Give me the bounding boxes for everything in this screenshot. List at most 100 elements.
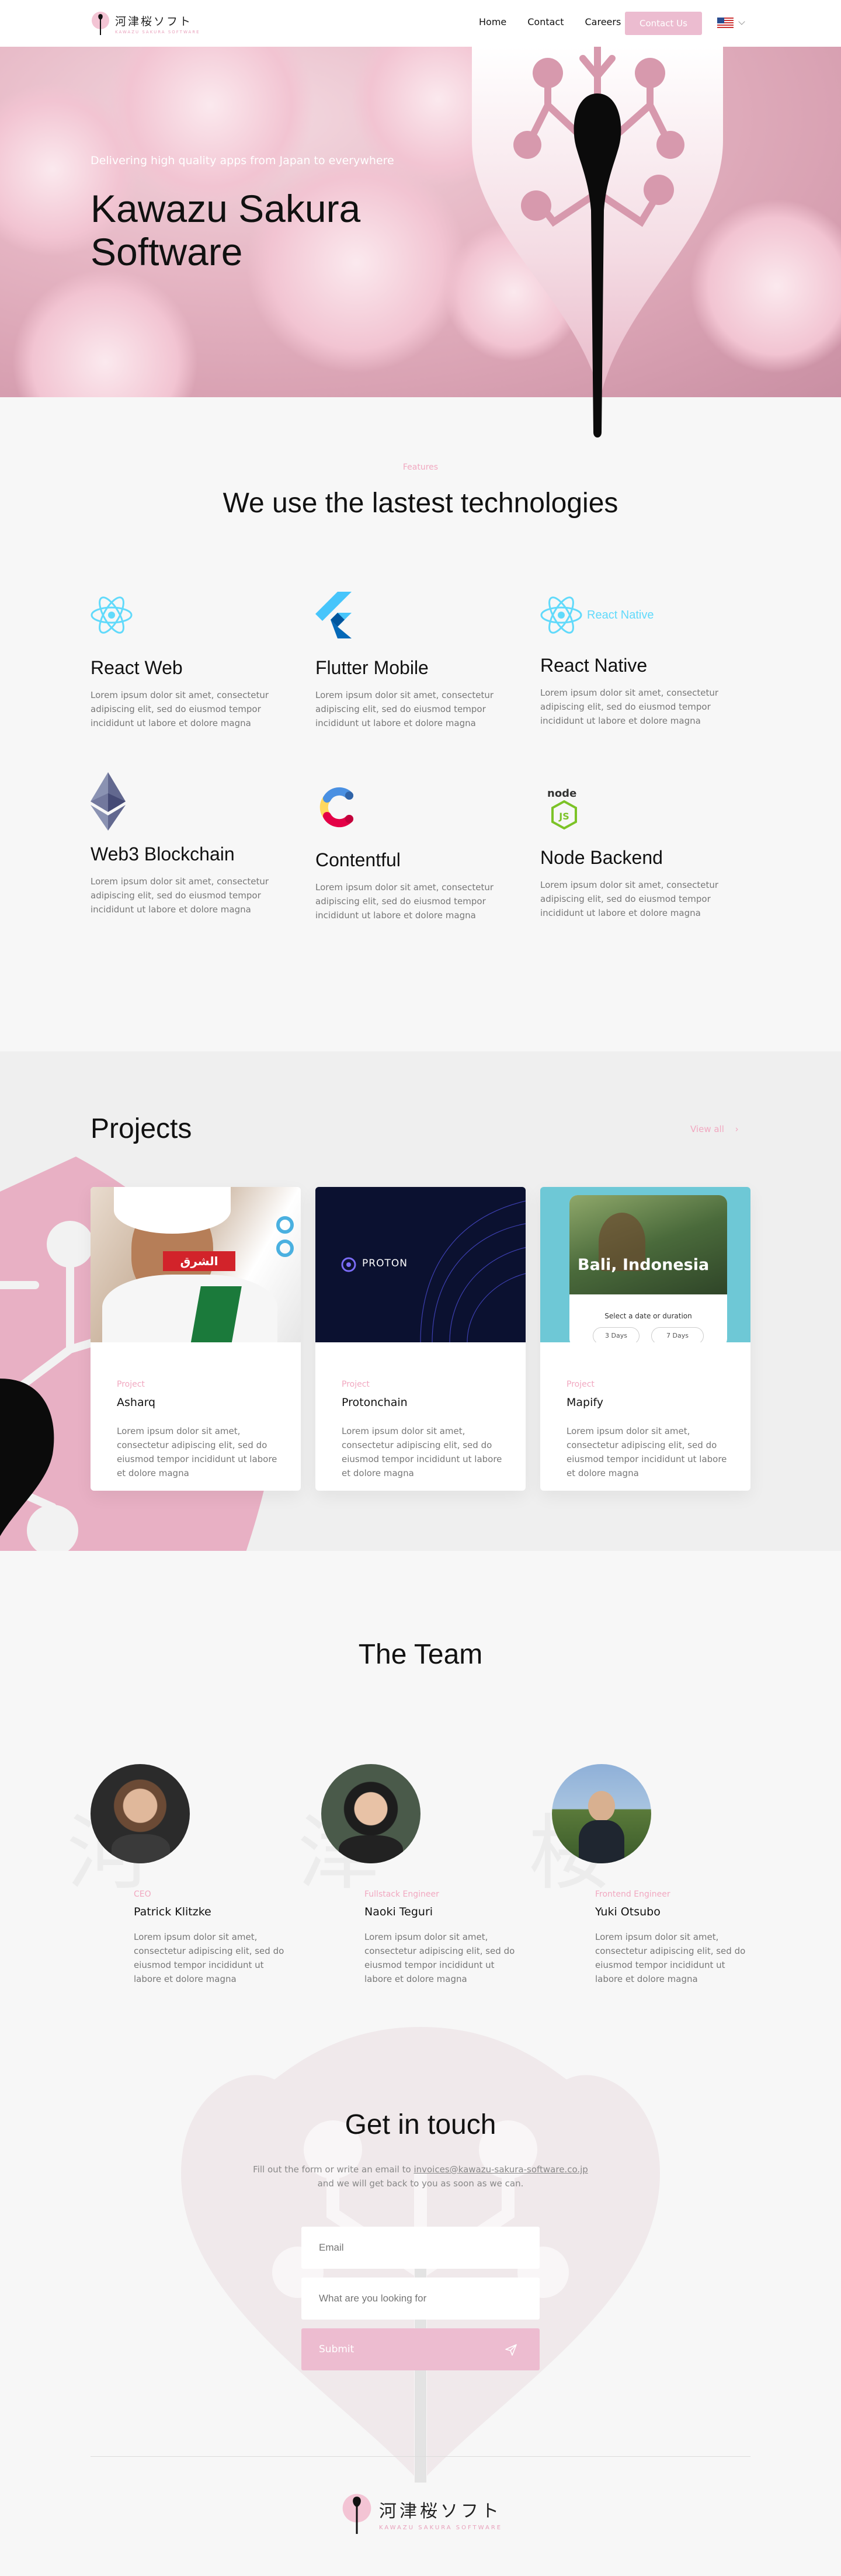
- submit-button[interactable]: Submit: [301, 2328, 540, 2370]
- hero-title-line-1: Kawazu Sakura: [91, 187, 361, 230]
- nodejs-icon: node JS: [540, 784, 587, 831]
- feature-contentful: Contentful Lorem ipsum dolor sit amet, c…: [315, 784, 523, 922]
- proton-logo-icon: [341, 1257, 356, 1272]
- nav-link-careers[interactable]: Careers: [585, 16, 621, 27]
- feature-title: Flutter Mobile: [315, 657, 429, 678]
- project-description: Lorem ipsum dolor sit amet, consectetur …: [567, 1426, 727, 1478]
- feature-title: Node Backend: [540, 847, 663, 868]
- node-logo-text: node: [547, 787, 577, 800]
- logo[interactable]: 河津桜ソフト KAWAZU SAKURA SOFTWARE: [91, 8, 200, 39]
- top-nav: 河津桜ソフト KAWAZU SAKURA SOFTWARE Home Conta…: [0, 0, 841, 47]
- projects-title: Projects: [91, 1113, 192, 1144]
- sakura-tree-graphic: [472, 47, 723, 438]
- team-member-patrick: 河 CEO Patrick Klitzke Lorem ipsum dolor …: [67, 1764, 301, 1986]
- feature-text: Lorem ipsum dolor sit amet, consectetur …: [315, 882, 494, 921]
- project-name: Asharq: [117, 1396, 156, 1409]
- member-role: Frontend Engineer: [595, 1890, 670, 1899]
- hero-title: Kawazu Sakura Software: [91, 187, 360, 273]
- mapify-destination: Bali, Indonesia: [578, 1256, 710, 1274]
- proton-logo-text: PROTON: [362, 1258, 408, 1269]
- feature-text: Lorem ipsum dolor sit amet, consectetur …: [91, 876, 269, 915]
- hero-title-line-2: Software: [91, 230, 243, 273]
- feature-text: Lorem ipsum dolor sit amet, consectetur …: [315, 690, 494, 728]
- feature-text: Lorem ipsum dolor sit amet, consectetur …: [540, 688, 719, 726]
- project-card-mapify[interactable]: Bali, Indonesia Select a date or duratio…: [540, 1187, 750, 1491]
- team-member-yuki: 桜 Frontend Engineer Yuki Otsubo Lorem ip…: [529, 1764, 762, 1986]
- mapify-chip-3-days: 3 Days: [593, 1327, 640, 1342]
- projects-section: Projects View all › الشرق Project Asharq…: [0, 1051, 841, 1551]
- mapify-chip-7-days: 7 Days: [651, 1327, 704, 1342]
- sakura-logo-icon: [342, 2494, 371, 2534]
- features-title: We use the lastest technologies: [223, 488, 618, 519]
- chevron-right-icon: ›: [735, 1124, 739, 1134]
- member-name: Naoki Teguri: [364, 1905, 433, 1918]
- feature-react-web: React Web Lorem ipsum dolor sit amet, co…: [91, 592, 298, 730]
- submit-label: Submit: [319, 2344, 355, 2355]
- footer-logo[interactable]: 河津桜ソフト KAWAZU SAKURA SOFTWARE: [342, 2491, 502, 2536]
- contact-description: Fill out the form or write an email to i…: [245, 2162, 596, 2190]
- logo-english-text: KAWAZU SAKURA SOFTWARE: [115, 29, 200, 34]
- message-input[interactable]: [301, 2278, 540, 2320]
- contact-text-before: Fill out the form or write an email to: [253, 2164, 414, 2175]
- hero-subtitle: Delivering high quality apps from Japan …: [91, 154, 394, 167]
- member-description: Lorem ipsum dolor sit amet, consectetur …: [134, 1932, 284, 1984]
- avatar: [91, 1764, 190, 1863]
- avatar: [552, 1764, 651, 1863]
- member-description: Lorem ipsum dolor sit amet, consectetur …: [595, 1932, 746, 1984]
- footer-logo-english-text: KAWAZU SAKURA SOFTWARE: [379, 2524, 503, 2531]
- team-member-naoki: 津 Fullstack Engineer Naoki Teguri Lorem …: [298, 1764, 531, 1986]
- contact-title: Get in touch: [345, 2109, 496, 2140]
- project-name: Protonchain: [342, 1396, 408, 1409]
- feature-web3-blockchain: Web3 Blockchain Lorem ipsum dolor sit am…: [91, 772, 298, 916]
- us-flag-icon: [717, 18, 734, 28]
- mapify-image: Bali, Indonesia Select a date or duratio…: [540, 1187, 750, 1342]
- nav-link-home[interactable]: Home: [479, 16, 506, 27]
- contact-us-button[interactable]: Contact Us: [625, 12, 702, 35]
- project-name: Mapify: [567, 1396, 603, 1409]
- contact-email-link[interactable]: invoices@kawazu-sakura-software.co.jp: [413, 2164, 588, 2175]
- project-card-protonchain[interactable]: PROTON Project Protonchain Lorem ipsum d…: [315, 1187, 526, 1491]
- mapify-screen-text: Select a date or duration: [604, 1312, 692, 1320]
- send-icon: [505, 2344, 517, 2356]
- feature-title: React Web: [91, 657, 183, 678]
- feature-title: React Native: [540, 655, 648, 676]
- member-role: CEO: [134, 1890, 151, 1899]
- project-description: Lorem ipsum dolor sit amet, consectetur …: [342, 1426, 502, 1478]
- avatar: [321, 1764, 420, 1863]
- react-native-logo-text: React Native: [587, 608, 654, 622]
- phone-mockup: Bali, Indonesia Select a date or duratio…: [569, 1195, 727, 1342]
- feature-node-backend: node JS Node Backend Lorem ipsum dolor s…: [540, 784, 748, 920]
- feature-react-native: React Native React Native Lorem ipsum do…: [540, 592, 748, 728]
- sakura-logo-icon: [92, 12, 109, 35]
- member-name: Patrick Klitzke: [134, 1905, 211, 1918]
- react-icon: [91, 596, 133, 634]
- footer-divider: [91, 2456, 750, 2457]
- contentful-icon: [319, 787, 353, 828]
- member-description: Lorem ipsum dolor sit amet, consectetur …: [364, 1932, 515, 1984]
- node-hexagon-icon: JS: [551, 800, 577, 829]
- project-label: Project: [117, 1380, 145, 1389]
- project-description: Lorem ipsum dolor sit amet, consectetur …: [117, 1426, 277, 1478]
- logo-japanese-text: 河津桜ソフト: [115, 15, 193, 28]
- feature-title: Web3 Blockchain: [91, 843, 235, 865]
- protonchain-image: PROTON: [315, 1187, 526, 1342]
- features-label: Features: [402, 463, 439, 472]
- member-role: Fullstack Engineer: [364, 1890, 439, 1899]
- feature-flutter-mobile: Flutter Mobile Lorem ipsum dolor sit ame…: [315, 592, 523, 730]
- project-card-asharq[interactable]: الشرق Project Asharq Lorem ipsum dolor s…: [91, 1187, 301, 1491]
- chevron-down-icon: [738, 18, 745, 25]
- asharq-badge: الشرق: [163, 1251, 235, 1271]
- react-native-icon: [540, 596, 582, 634]
- project-label: Project: [567, 1380, 595, 1389]
- email-input[interactable]: [301, 2227, 540, 2269]
- language-selector[interactable]: [717, 18, 745, 28]
- flutter-icon: [315, 592, 352, 638]
- feature-text: Lorem ipsum dolor sit amet, consectetur …: [91, 690, 269, 728]
- project-label: Project: [342, 1380, 370, 1389]
- ethereum-icon: [91, 772, 126, 831]
- view-all-link[interactable]: View all ›: [690, 1124, 739, 1134]
- svg-text:JS: JS: [558, 811, 569, 822]
- contact-text-after: and we will get back to you as soon as w…: [317, 2178, 524, 2189]
- nav-link-contact[interactable]: Contact: [527, 16, 564, 27]
- feature-title: Contentful: [315, 849, 401, 870]
